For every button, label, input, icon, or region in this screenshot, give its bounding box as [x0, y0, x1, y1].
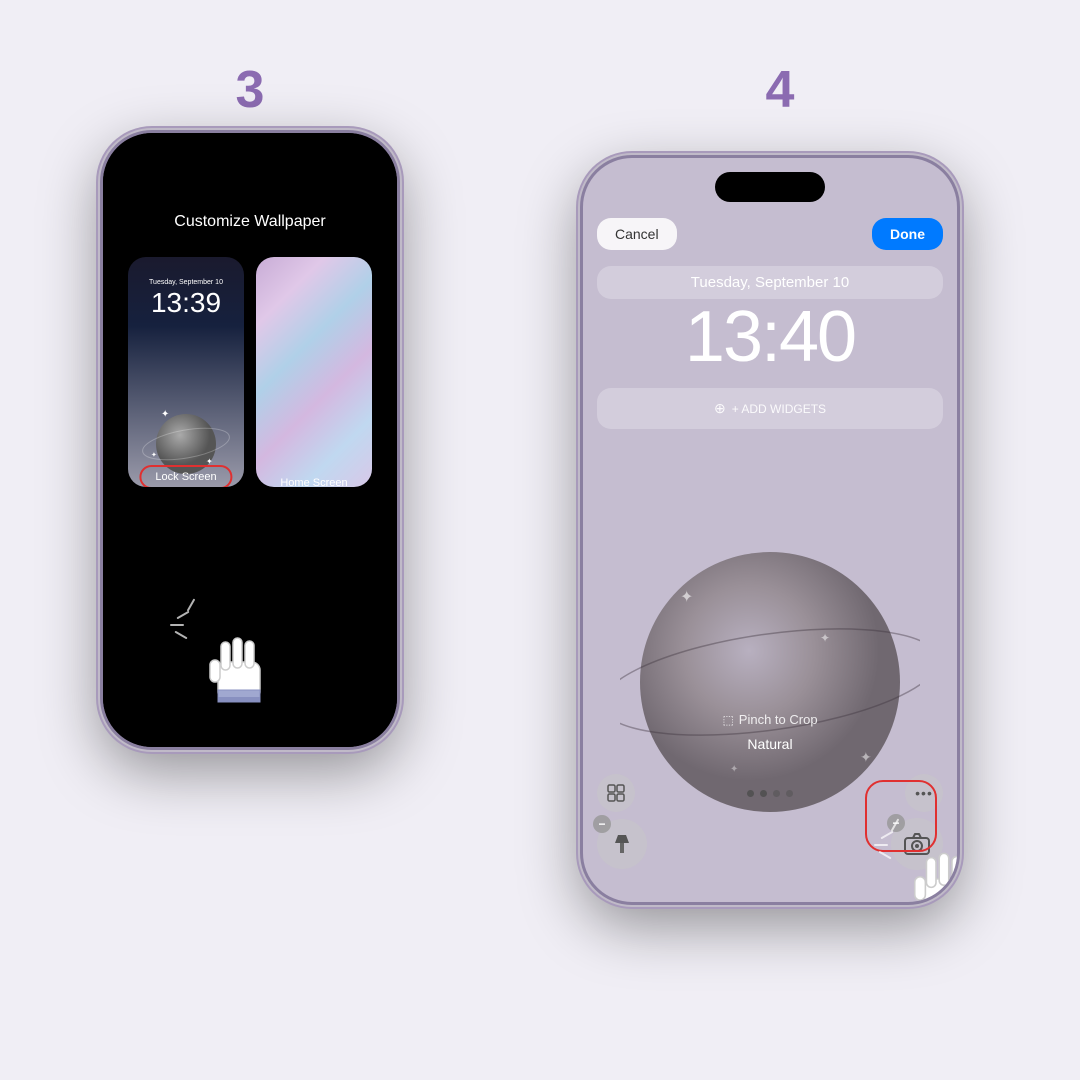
lock-screen-label[interactable]: Lock Screen	[139, 465, 232, 487]
bottom-icons: − −	[597, 818, 943, 870]
svg-text:✦: ✦	[151, 451, 157, 459]
add-widgets-label: + ADD WIDGETS	[732, 402, 826, 416]
lock-screen-card[interactable]: Tuesday, September 10 13:39 ✦ ✦ ✦	[128, 257, 244, 487]
lock-time: 13:39	[128, 287, 244, 319]
home-screen-card[interactable]: Home Screen	[256, 257, 372, 487]
hand-icon-3	[203, 632, 273, 712]
gallery-icon	[607, 784, 625, 802]
phone3-screen: Customize Wallpaper Tuesday, September 1…	[103, 133, 397, 747]
flashlight-minus: −	[593, 815, 611, 833]
svg-text:✦: ✦	[820, 631, 830, 645]
hand-cursor-4	[907, 847, 960, 905]
home-screen-label: Home Screen	[280, 477, 347, 487]
svg-text:✦: ✦	[161, 409, 169, 420]
time-display: 13:40	[597, 296, 943, 378]
step-3-number: 3	[236, 60, 265, 120]
gallery-icon-button[interactable]	[597, 774, 635, 812]
dot-4	[786, 790, 793, 797]
lock-date: Tuesday, September 10	[128, 279, 244, 286]
customize-wallpaper-label: Customize Wallpaper	[174, 213, 325, 231]
dynamic-island-4	[715, 172, 825, 202]
crop-icon: ⬚	[722, 713, 733, 727]
dot-1	[747, 790, 754, 797]
phone-3: Customize Wallpaper Tuesday, September 1…	[100, 130, 400, 750]
natural-label: Natural	[747, 736, 792, 752]
phone4-top-bar: Cancel Done	[597, 218, 943, 250]
cancel-button[interactable]: Cancel	[597, 218, 677, 250]
dot-2	[760, 790, 767, 797]
dynamic-island-3	[195, 147, 305, 177]
hand-icon-4	[907, 847, 960, 905]
pinch-to-crop-label: ⬚ Pinch to Crop	[722, 712, 817, 727]
date-text: Tuesday, September 10	[691, 274, 849, 291]
svg-text:✦: ✦	[680, 589, 693, 606]
date-pill: Tuesday, September 10	[597, 266, 943, 299]
add-widgets-pill[interactable]: ⊕ + ADD WIDGETS	[597, 388, 943, 429]
plus-icon: ⊕	[714, 400, 726, 417]
flashlight-button[interactable]: −	[597, 819, 647, 869]
dots-indicator	[747, 790, 793, 797]
hand-cursor-3	[203, 632, 273, 717]
phone-4: ✦ ✦ ✦ ✦ Cancel Done Tuesday, September 1…	[580, 155, 960, 905]
camera-highlight-box	[865, 780, 937, 852]
wallpaper-options: Tuesday, September 10 13:39 ✦ ✦ ✦	[112, 257, 388, 487]
flashlight-icon	[611, 833, 633, 855]
step-4-number: 4	[766, 60, 795, 120]
dot-3	[773, 790, 780, 797]
done-button[interactable]: Done	[872, 218, 943, 250]
svg-text:✦: ✦	[860, 749, 872, 765]
